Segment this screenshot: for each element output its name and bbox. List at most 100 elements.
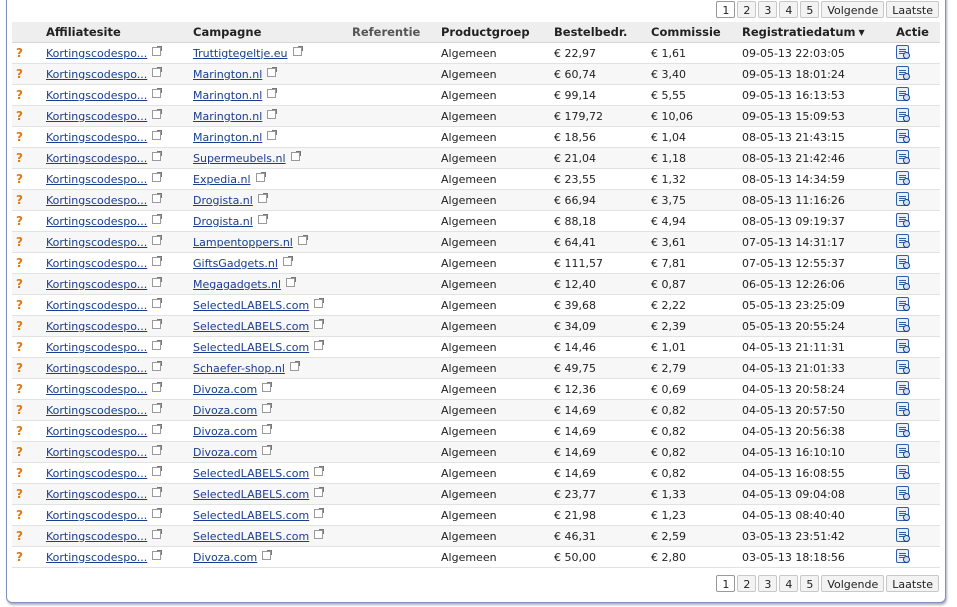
details-icon[interactable] xyxy=(896,443,910,458)
external-link-icon[interactable] xyxy=(152,402,163,413)
external-link-icon[interactable] xyxy=(152,507,163,518)
page-4-button[interactable]: 4 xyxy=(779,575,799,592)
campagne-link[interactable]: Divoza.com xyxy=(193,425,257,438)
external-link-icon[interactable] xyxy=(152,549,163,560)
external-link-icon[interactable] xyxy=(152,444,163,455)
details-icon[interactable] xyxy=(896,212,910,227)
last-page-button[interactable]: Laatste xyxy=(886,575,939,592)
details-icon[interactable] xyxy=(896,527,910,542)
details-icon[interactable] xyxy=(896,317,910,332)
affiliatesite-link[interactable]: Kortingscodespo... xyxy=(46,278,147,291)
details-icon[interactable] xyxy=(896,128,910,143)
next-page-button[interactable]: Volgende xyxy=(821,575,885,592)
affiliatesite-link[interactable]: Kortingscodespo... xyxy=(46,257,147,270)
campagne-link[interactable]: Divoza.com xyxy=(193,383,257,396)
campagne-link[interactable]: Drogista.nl xyxy=(193,194,253,207)
campagne-link[interactable]: GiftsGadgets.nl xyxy=(193,257,278,270)
affiliatesite-link[interactable]: Kortingscodespo... xyxy=(46,425,147,438)
affiliatesite-link[interactable]: Kortingscodespo... xyxy=(46,320,147,333)
external-link-icon[interactable] xyxy=(289,360,300,371)
affiliatesite-column-header[interactable]: Affiliatesite xyxy=(46,22,193,43)
details-icon[interactable] xyxy=(896,86,910,101)
affiliatesite-link[interactable]: Kortingscodespo... xyxy=(46,173,147,186)
external-link-icon[interactable] xyxy=(152,360,163,371)
external-link-icon[interactable] xyxy=(152,339,163,350)
external-link-icon[interactable] xyxy=(257,192,268,203)
campagne-link[interactable]: Divoza.com xyxy=(193,551,257,564)
details-icon[interactable] xyxy=(896,464,910,479)
external-link-icon[interactable] xyxy=(314,528,325,539)
affiliatesite-link[interactable]: Kortingscodespo... xyxy=(46,404,147,417)
page-3-button[interactable]: 3 xyxy=(758,1,778,18)
last-page-button[interactable]: Laatste xyxy=(886,1,939,18)
bestelbedrag-column-header[interactable]: Bestelbedr. xyxy=(554,22,651,43)
affiliatesite-link[interactable]: Kortingscodespo... xyxy=(46,194,147,207)
external-link-icon[interactable] xyxy=(262,402,273,413)
campagne-link[interactable]: Schaefer-shop.nl xyxy=(193,362,285,375)
external-link-icon[interactable] xyxy=(267,66,278,77)
details-icon[interactable] xyxy=(896,338,910,353)
details-icon[interactable] xyxy=(896,65,910,80)
campagne-link[interactable]: Drogista.nl xyxy=(193,215,253,228)
external-link-icon[interactable] xyxy=(297,234,308,245)
external-link-icon[interactable] xyxy=(255,171,266,182)
external-link-icon[interactable] xyxy=(286,276,297,287)
external-link-icon[interactable] xyxy=(152,528,163,539)
commissie-column-header[interactable]: Commissie xyxy=(651,22,742,43)
affiliatesite-link[interactable]: Kortingscodespo... xyxy=(46,467,147,480)
affiliatesite-link[interactable]: Kortingscodespo... xyxy=(46,68,147,81)
affiliatesite-link[interactable]: Kortingscodespo... xyxy=(46,362,147,375)
external-link-icon[interactable] xyxy=(152,192,163,203)
external-link-icon[interactable] xyxy=(262,423,273,434)
affiliatesite-link[interactable]: Kortingscodespo... xyxy=(46,341,147,354)
affiliatesite-link[interactable]: Kortingscodespo... xyxy=(46,530,147,543)
campagne-link[interactable]: Marington.nl xyxy=(193,110,262,123)
page-3-button[interactable]: 3 xyxy=(758,575,778,592)
campagne-link[interactable]: SelectedLABELS.com xyxy=(193,299,309,312)
registratiedatum-column-header[interactable]: Registratiedatum ▼ xyxy=(742,22,896,43)
details-icon[interactable] xyxy=(896,296,910,311)
page-1-button[interactable]: 1 xyxy=(716,575,736,592)
campagne-link[interactable]: Divoza.com xyxy=(193,404,257,417)
campagne-link[interactable]: Marington.nl xyxy=(193,68,262,81)
next-page-button[interactable]: Volgende xyxy=(821,1,885,18)
page-2-button[interactable]: 2 xyxy=(737,575,757,592)
external-link-icon[interactable] xyxy=(152,318,163,329)
page-1-button[interactable]: 1 xyxy=(716,1,736,18)
details-icon[interactable] xyxy=(896,506,910,521)
affiliatesite-link[interactable]: Kortingscodespo... xyxy=(46,551,147,564)
campagne-link[interactable]: SelectedLABELS.com xyxy=(193,341,309,354)
details-icon[interactable] xyxy=(896,191,910,206)
external-link-icon[interactable] xyxy=(314,318,325,329)
campagne-link[interactable]: Expedia.nl xyxy=(193,173,251,186)
external-link-icon[interactable] xyxy=(282,255,293,266)
external-link-icon[interactable] xyxy=(314,297,325,308)
external-link-icon[interactable] xyxy=(267,129,278,140)
external-link-icon[interactable] xyxy=(152,66,163,77)
campagne-link[interactable]: Megagadgets.nl xyxy=(193,278,281,291)
page-4-button[interactable]: 4 xyxy=(779,1,799,18)
affiliatesite-link[interactable]: Kortingscodespo... xyxy=(46,110,147,123)
details-icon[interactable] xyxy=(896,275,910,290)
external-link-icon[interactable] xyxy=(152,423,163,434)
page-5-button[interactable]: 5 xyxy=(800,575,820,592)
affiliatesite-link[interactable]: Kortingscodespo... xyxy=(46,215,147,228)
affiliatesite-link[interactable]: Kortingscodespo... xyxy=(46,131,147,144)
campagne-link[interactable]: Lampentoppers.nl xyxy=(193,236,293,249)
campagne-link[interactable]: Divoza.com xyxy=(193,446,257,459)
external-link-icon[interactable] xyxy=(152,150,163,161)
affiliatesite-link[interactable]: Kortingscodespo... xyxy=(46,236,147,249)
affiliatesite-link[interactable]: Kortingscodespo... xyxy=(46,509,147,522)
external-link-icon[interactable] xyxy=(314,507,325,518)
external-link-icon[interactable] xyxy=(152,45,163,56)
external-link-icon[interactable] xyxy=(314,486,325,497)
referentie-column-header[interactable]: Referentie xyxy=(352,22,441,43)
external-link-icon[interactable] xyxy=(292,45,303,56)
external-link-icon[interactable] xyxy=(267,108,278,119)
page-5-button[interactable]: 5 xyxy=(800,1,820,18)
external-link-icon[interactable] xyxy=(152,108,163,119)
external-link-icon[interactable] xyxy=(152,465,163,476)
campagne-link[interactable]: Truttigtegeltje.eu xyxy=(193,47,288,60)
campagne-link[interactable]: SelectedLABELS.com xyxy=(193,509,309,522)
external-link-icon[interactable] xyxy=(152,381,163,392)
